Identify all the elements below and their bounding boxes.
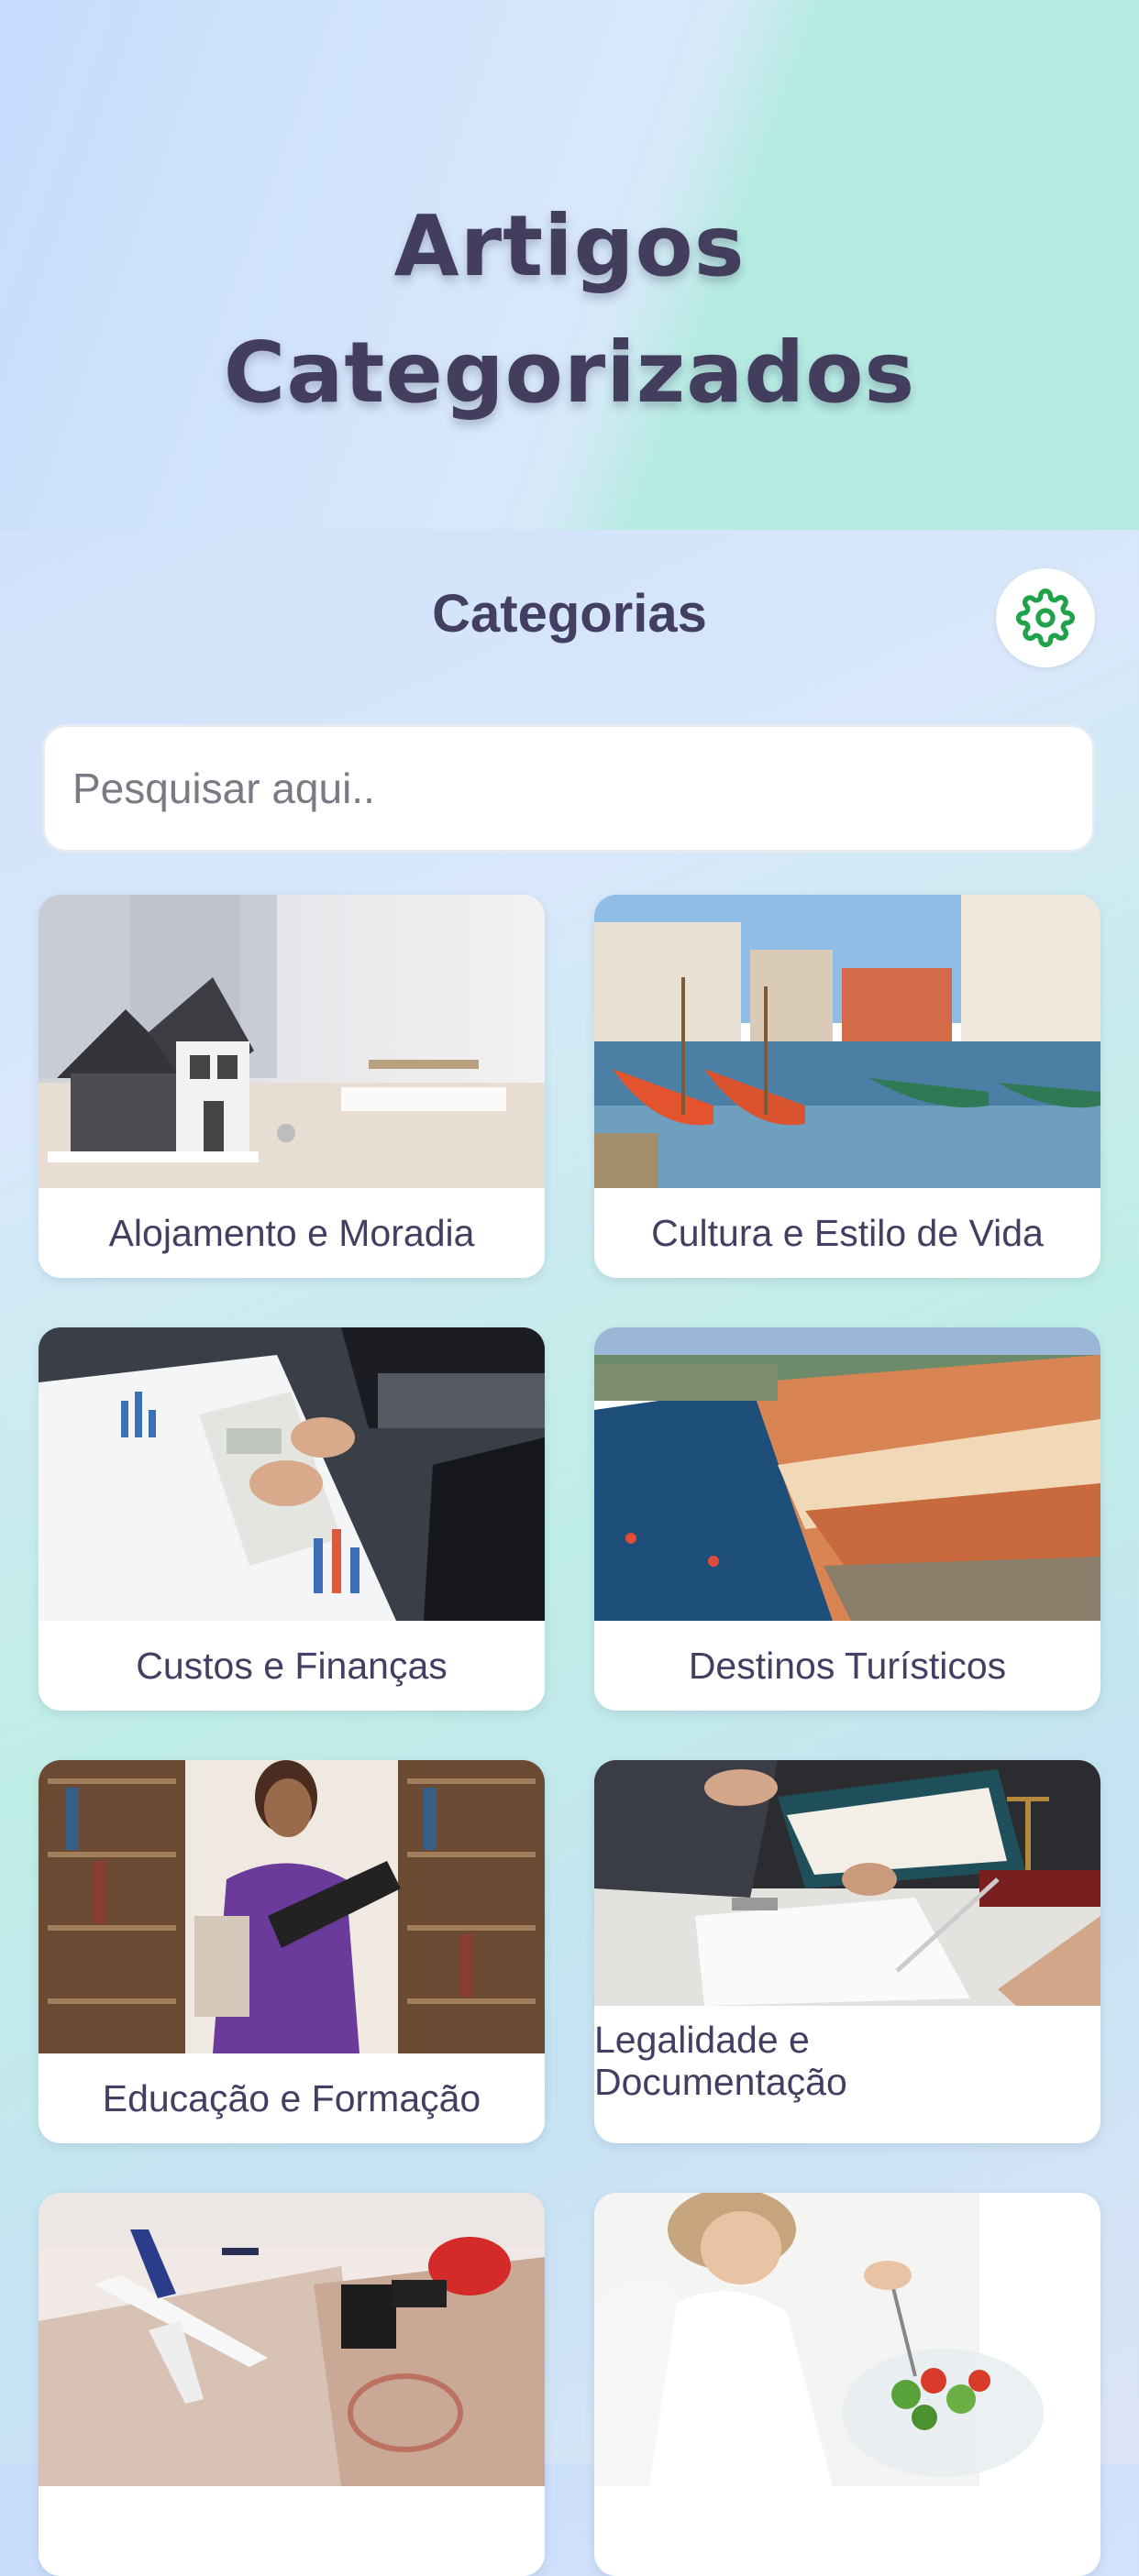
section-title: Categorias — [432, 584, 707, 644]
search-input[interactable] — [42, 724, 1095, 853]
category-card-legalidade[interactable]: Legalidade e Documentação — [594, 1760, 1100, 2143]
category-label: Custos e Finanças — [136, 1645, 448, 1687]
calculator-finance-photo — [39, 1327, 545, 1621]
boats-canal-photo — [594, 895, 1100, 1188]
hero-header: Artigos Categorizados — [0, 0, 1139, 530]
category-label — [39, 2486, 545, 2576]
legal-documents-photo — [594, 1760, 1100, 2006]
category-label — [594, 2486, 1100, 2576]
category-label: Alojamento e Moradia — [108, 1212, 475, 1254]
page-title-line-2: Categorizados — [223, 324, 916, 422]
airplane-passport-photo — [39, 2193, 545, 2486]
category-card-custos[interactable]: Custos e Finanças — [39, 1327, 545, 1711]
category-label: Legalidade e Documentação — [594, 2019, 847, 2103]
category-card-destinos[interactable]: Destinos Turísticos — [594, 1327, 1100, 1711]
category-card-educacao[interactable]: Educação e Formação — [39, 1760, 545, 2143]
salad-meal-photo — [594, 2193, 1100, 2486]
river-city-photo — [594, 1327, 1100, 1621]
category-label: Educação e Formação — [102, 2077, 481, 2119]
page-title: Artigos Categorizados — [0, 183, 1139, 436]
library-student-photo — [39, 1760, 545, 2053]
settings-button[interactable] — [996, 568, 1095, 667]
house-model-photo — [39, 895, 545, 1188]
category-card-7[interactable] — [39, 2193, 545, 2576]
gear-icon — [1016, 589, 1075, 647]
category-card-cultura[interactable]: Cultura e Estilo de Vida — [594, 895, 1100, 1278]
category-card-8[interactable] — [594, 2193, 1100, 2576]
category-label: Destinos Turísticos — [688, 1645, 1007, 1687]
page-title-line-1: Artigos — [393, 197, 746, 295]
category-label: Cultura e Estilo de Vida — [651, 1212, 1044, 1254]
category-card-alojamento[interactable]: Alojamento e Moradia — [39, 895, 545, 1278]
